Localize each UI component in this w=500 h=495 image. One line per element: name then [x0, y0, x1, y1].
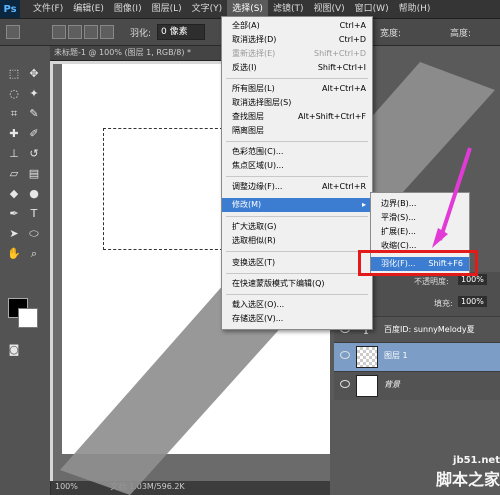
watermark-url: jb51.net [453, 455, 500, 466]
watermark: jb51.net 脚本之家 [395, 455, 500, 495]
annotation-arrow [432, 147, 472, 248]
watermark-title: 脚本之家 [435, 470, 500, 489]
